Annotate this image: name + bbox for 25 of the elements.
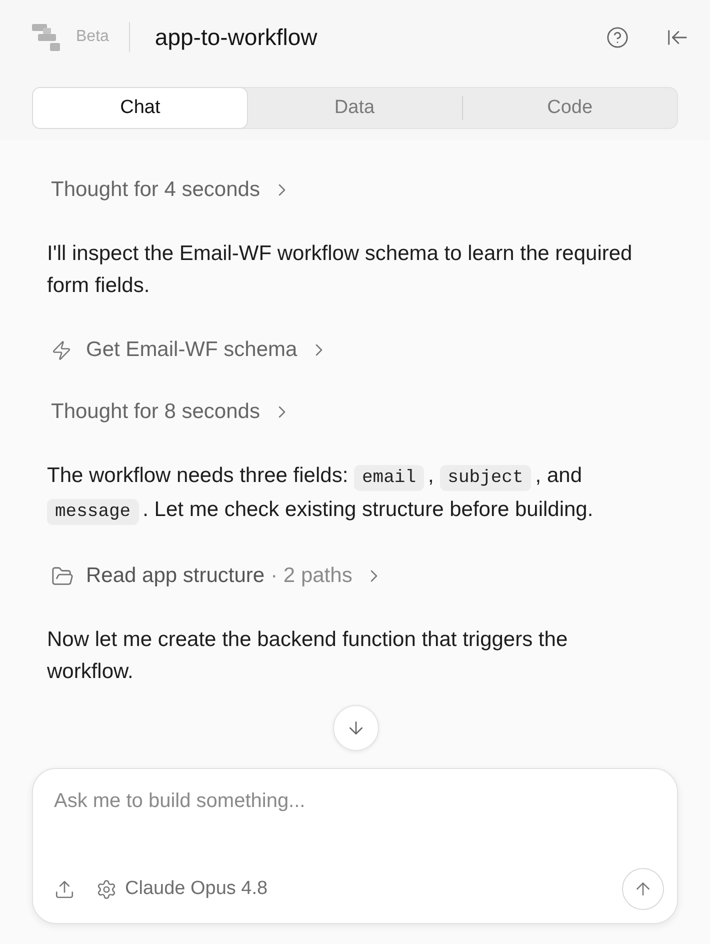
tab[interactable]: Code <box>462 88 677 128</box>
tool-call-row[interactable]: Get Email-WF schema <box>47 336 330 364</box>
message-text: The workflow needs three fields: email , subject , and message . Let me check existing structure before building. <box>47 460 654 528</box>
inline-code: message <box>47 499 139 525</box>
message-text: I'll inspect the Email-WF workflow schema to learn the required form fields. <box>47 241 634 299</box>
help-icon[interactable] <box>606 26 629 48</box>
folder-icon <box>51 564 74 588</box>
gear-icon <box>96 878 117 900</box>
message-input[interactable]: Ask me to build something... <box>54 787 664 868</box>
composer-box[interactable]: Ask me to build something... Claude Opus 4.8 <box>32 768 678 924</box>
inline-code: email <box>354 465 424 491</box>
model-selector[interactable]: Claude Opus 4.8 <box>96 874 268 904</box>
project-title: app-to-workflow <box>154 22 318 52</box>
tab[interactable]: Chat <box>32 87 248 129</box>
thought-toggle[interactable]: Thought for 4 seconds <box>47 176 292 204</box>
thought-toggle[interactable]: Thought for 8 seconds <box>47 398 292 426</box>
upload-icon[interactable] <box>54 878 75 900</box>
logo-icon <box>32 24 60 50</box>
tab[interactable]: Data <box>247 88 462 128</box>
send-button[interactable] <box>622 868 664 910</box>
file-read-row[interactable]: Read app structure · 2 paths <box>47 562 384 590</box>
message-text: Now let me create the backend function that triggers the workflow. <box>47 627 569 685</box>
beta-label: Beta <box>76 27 109 47</box>
inline-code: subject <box>440 465 532 491</box>
lightning-icon <box>51 340 72 360</box>
